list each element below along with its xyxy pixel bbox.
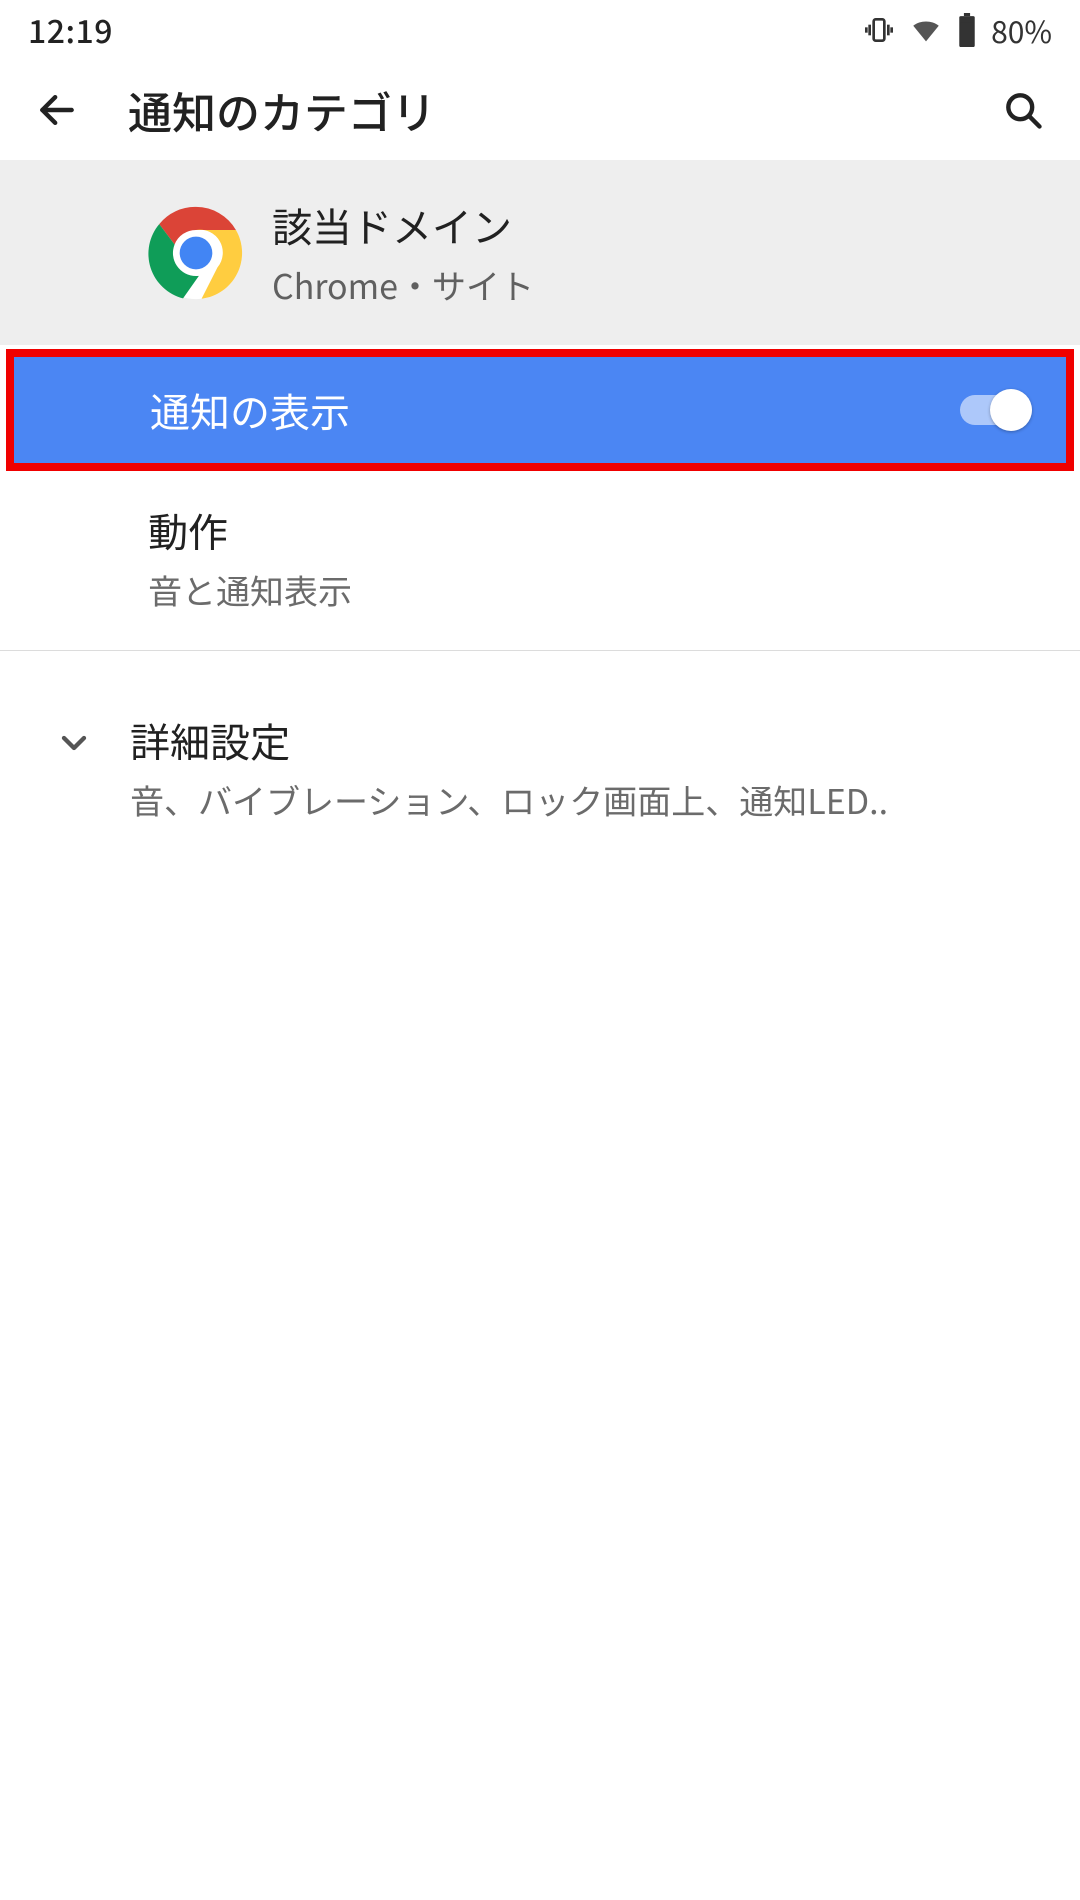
show-notifications-toggle-row[interactable]: 通知の表示 <box>14 357 1066 463</box>
show-notifications-label: 通知の表示 <box>150 381 350 439</box>
show-notifications-switch[interactable] <box>960 389 1032 431</box>
chrome-icon <box>148 205 244 301</box>
app-domain-title: 該当ドメイン <box>272 196 534 254</box>
battery-icon <box>957 13 977 47</box>
app-bar: 通知のカテゴリ <box>0 60 1080 160</box>
app-domain-sub: Chrome・サイト <box>272 260 534 309</box>
behavior-row[interactable]: 動作 音と通知表示 <box>0 471 1080 644</box>
status-time: 12:19 <box>28 7 113 53</box>
app-info-text: 該当ドメイン Chrome・サイト <box>272 196 534 309</box>
app-info-section: 該当ドメイン Chrome・サイト <box>0 160 1080 345</box>
behavior-sub: 音と通知表示 <box>148 565 1046 614</box>
advanced-row[interactable]: 詳細設定 音、バイブレーション、ロック画面上、通知LED.. <box>0 657 1080 854</box>
status-bar: 12:19 80% <box>0 0 1080 60</box>
back-button[interactable] <box>28 81 86 139</box>
divider <box>0 650 1080 651</box>
behavior-title: 動作 <box>148 501 1046 559</box>
search-button[interactable] <box>994 81 1052 139</box>
status-right: 80% <box>863 8 1052 52</box>
vibrate-icon <box>863 14 895 46</box>
chevron-down-icon <box>18 711 130 763</box>
highlight-annotation: 通知の表示 <box>6 349 1074 471</box>
advanced-sub: 音、バイブレーション、ロック画面上、通知LED.. <box>130 775 1046 824</box>
battery-pct: 80% <box>991 8 1052 52</box>
page-title: 通知のカテゴリ <box>128 78 994 142</box>
wifi-icon <box>909 13 943 47</box>
advanced-title: 詳細設定 <box>130 711 1046 769</box>
